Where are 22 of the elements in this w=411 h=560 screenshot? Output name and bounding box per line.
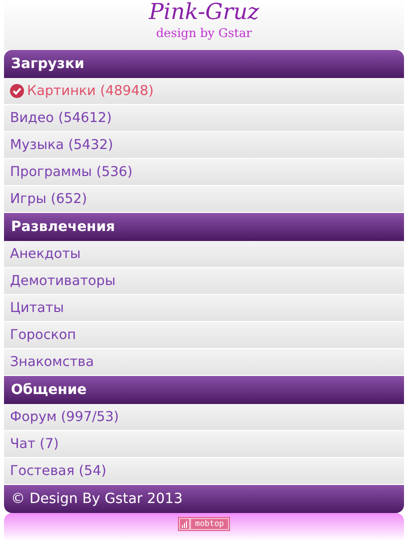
menu-link[interactable]: Гороскоп: [4, 322, 404, 349]
menu-link[interactable]: Форум (997/53): [4, 404, 404, 431]
menu-link[interactable]: Чат (7): [4, 431, 404, 458]
menu-link[interactable]: Анекдоты: [4, 241, 404, 268]
footer-text: © Design By Gstar 2013: [4, 485, 404, 513]
site-logo[interactable]: Pink-Gruz: [148, 0, 260, 26]
section-header: Общение: [4, 376, 404, 404]
menu-link[interactable]: Картинки (48948): [4, 78, 404, 105]
bar-chart-icon: [180, 519, 190, 529]
menu-link[interactable]: Музыка (5432): [4, 132, 404, 159]
menu-link[interactable]: Знакомства: [4, 349, 404, 376]
site-tagline: design by Gstar: [156, 26, 252, 40]
section-header: Развлечения: [4, 213, 404, 241]
menu-link[interactable]: Программы (536): [4, 159, 404, 186]
menu-link[interactable]: Демотиваторы: [4, 268, 404, 295]
menu-link[interactable]: Гостевая (54): [4, 458, 404, 485]
counter-badge[interactable]: mobtop: [178, 517, 230, 531]
menu-link[interactable]: Игры (652): [4, 186, 404, 213]
menu-link[interactable]: Цитаты: [4, 295, 404, 322]
check-icon: [10, 84, 24, 98]
menu-link[interactable]: Видео (54612): [4, 105, 404, 132]
section-header: Загрузки: [4, 50, 404, 78]
